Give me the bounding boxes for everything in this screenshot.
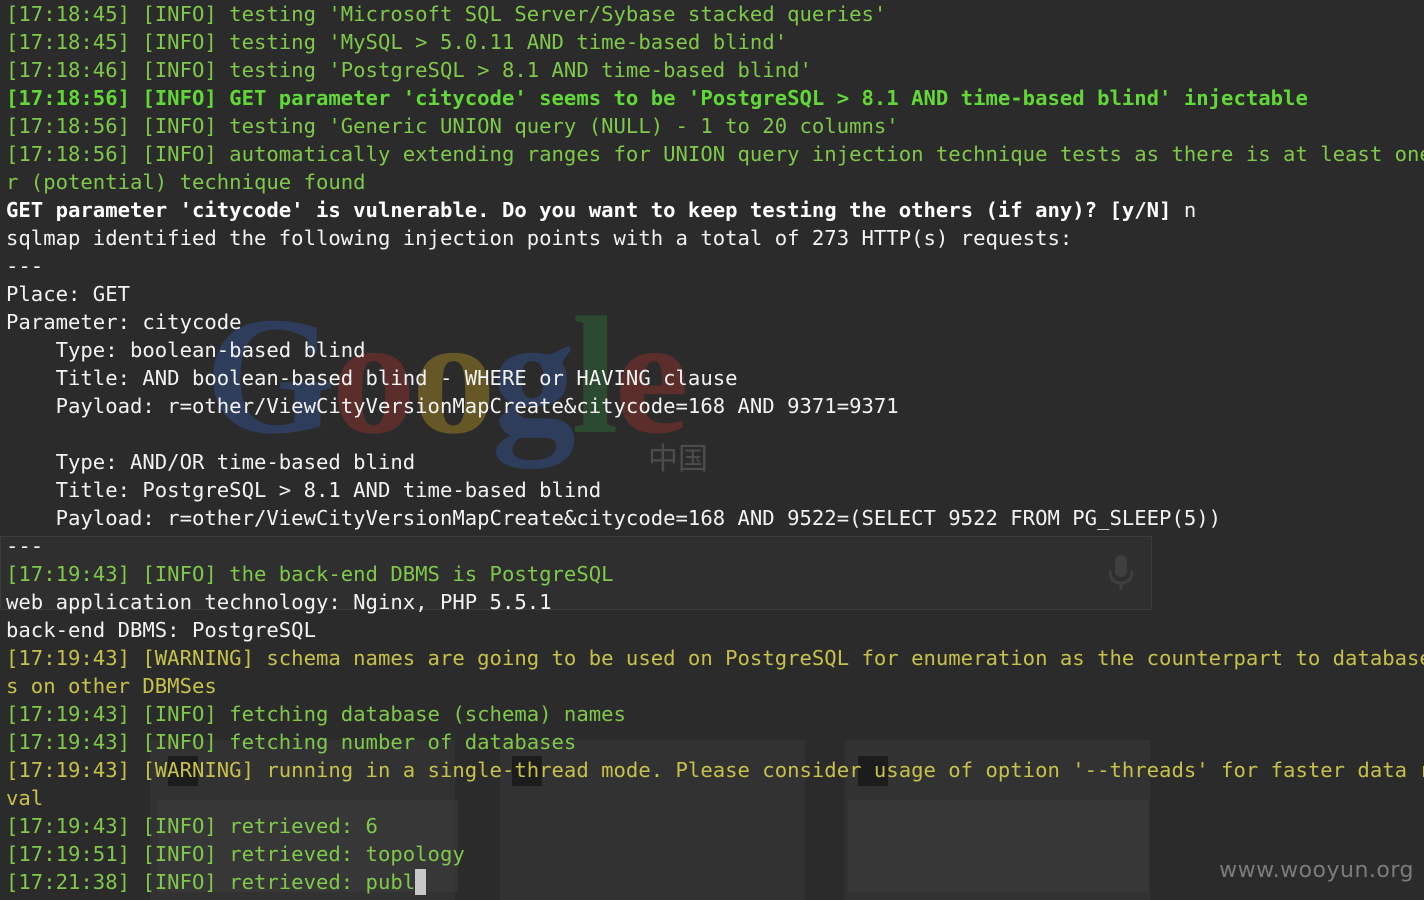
terminal-line-text: Type: AND/OR time-based blind bbox=[6, 450, 416, 474]
terminal-line-text: Title: PostgreSQL > 8.1 AND time-based b… bbox=[6, 478, 602, 502]
terminal-line-text: [17:19:43] [INFO] fetching database (sch… bbox=[6, 702, 626, 726]
terminal-line: r (potential) technique found bbox=[6, 168, 1424, 196]
terminal-line: Type: AND/OR time-based blind bbox=[6, 448, 1424, 476]
terminal-line: Type: boolean-based blind bbox=[6, 336, 1424, 364]
terminal-line-text: Title: AND boolean-based blind - WHERE o… bbox=[6, 366, 738, 390]
terminal-line: [17:19:43] [INFO] fetching database (sch… bbox=[6, 700, 1424, 728]
terminal-line-text: Parameter: citycode bbox=[6, 310, 242, 334]
terminal-line-text: [17:18:56] [INFO] GET parameter 'citycod… bbox=[6, 86, 1308, 110]
terminal-line: Parameter: citycode bbox=[6, 308, 1424, 336]
terminal-line: [17:18:56] [INFO] GET parameter 'citycod… bbox=[6, 84, 1424, 112]
terminal-line: s on other DBMSes bbox=[6, 672, 1424, 700]
terminal-line-text: [17:18:45] [INFO] testing 'MySQL > 5.0.1… bbox=[6, 30, 788, 54]
terminal-line: web application technology: Nginx, PHP 5… bbox=[6, 588, 1424, 616]
terminal-line: val bbox=[6, 784, 1424, 812]
terminal-line-text: [17:19:43] [WARNING] schema names are go… bbox=[6, 646, 1424, 670]
terminal-line: [17:18:56] [INFO] testing 'Generic UNION… bbox=[6, 112, 1424, 140]
terminal-line: --- bbox=[6, 252, 1424, 280]
terminal-line-text: [17:19:43] [INFO] fetching number of dat… bbox=[6, 730, 577, 754]
terminal-line-text: sqlmap identified the following injectio… bbox=[6, 226, 1073, 250]
terminal-line-text: Type: boolean-based blind bbox=[6, 338, 366, 362]
terminal-line: [17:18:45] [INFO] testing 'MySQL > 5.0.1… bbox=[6, 28, 1424, 56]
terminal-line-text: --- bbox=[6, 534, 44, 558]
terminal-line-text: [17:18:46] [INFO] testing 'PostgreSQL > … bbox=[6, 58, 812, 82]
terminal-line: [17:19:43] [INFO] retrieved: 6 bbox=[6, 812, 1424, 840]
terminal-line-text: s on other DBMSes bbox=[6, 674, 217, 698]
terminal-cursor bbox=[415, 869, 427, 895]
terminal-line: [17:19:43] [INFO] the back-end DBMS is P… bbox=[6, 560, 1424, 588]
terminal-line: Place: GET bbox=[6, 280, 1424, 308]
terminal-line-text: [17:19:43] [INFO] the back-end DBMS is P… bbox=[6, 562, 614, 586]
terminal-line-text: val bbox=[6, 786, 44, 810]
terminal-line-text: [17:19:43] [WARNING] running in a single… bbox=[6, 758, 1424, 782]
terminal-line-text: Payload: r=other/ViewCityVersionMapCreat… bbox=[6, 506, 1222, 530]
terminal-line: [17:19:43] [WARNING] running in a single… bbox=[6, 756, 1424, 784]
terminal-line: GET parameter 'citycode' is vulnerable. … bbox=[6, 196, 1424, 224]
user-input-answer: n bbox=[1183, 198, 1197, 222]
terminal-line-text: Payload: r=other/ViewCityVersionMapCreat… bbox=[6, 394, 899, 418]
terminal-line-text: back-end DBMS: PostgreSQL bbox=[6, 618, 316, 642]
terminal-line: [17:19:43] [WARNING] schema names are go… bbox=[6, 644, 1424, 672]
terminal-line-text: web application technology: Nginx, PHP 5… bbox=[6, 590, 552, 614]
terminal-line: Payload: r=other/ViewCityVersionMapCreat… bbox=[6, 504, 1424, 532]
terminal-line: [17:18:56] [INFO] automatically extendin… bbox=[6, 140, 1424, 168]
terminal-output[interactable]: [17:18:45] [INFO] testing 'Microsoft SQL… bbox=[6, 0, 1424, 896]
terminal-line-text: GET parameter 'citycode' is vulnerable. … bbox=[6, 198, 1184, 222]
terminal-line: Payload: r=other/ViewCityVersionMapCreat… bbox=[6, 392, 1424, 420]
terminal-line: Title: AND boolean-based blind - WHERE o… bbox=[6, 364, 1424, 392]
terminal-line-text: [17:19:51] [INFO] retrieved: topology bbox=[6, 842, 465, 866]
terminal-line-text: [17:19:43] [INFO] retrieved: 6 bbox=[6, 814, 378, 838]
terminal-line-text: [17:18:45] [INFO] testing 'Microsoft SQL… bbox=[6, 2, 887, 26]
terminal-line: sqlmap identified the following injectio… bbox=[6, 224, 1424, 252]
terminal-line: [17:21:38] [INFO] retrieved: publ bbox=[6, 868, 1424, 896]
terminal-line-text: Place: GET bbox=[6, 282, 130, 306]
terminal-line-text: [17:18:56] [INFO] testing 'Generic UNION… bbox=[6, 114, 899, 138]
terminal-line: [17:19:51] [INFO] retrieved: topology bbox=[6, 840, 1424, 868]
terminal-line-text: [17:21:38] [INFO] retrieved: publ bbox=[6, 870, 416, 894]
terminal-line: back-end DBMS: PostgreSQL bbox=[6, 616, 1424, 644]
terminal-line-text: [17:18:56] [INFO] automatically extendin… bbox=[6, 142, 1424, 166]
terminal-line: [17:18:46] [INFO] testing 'PostgreSQL > … bbox=[6, 56, 1424, 84]
terminal-line: [17:18:45] [INFO] testing 'Microsoft SQL… bbox=[6, 0, 1424, 28]
terminal-line: [17:19:43] [INFO] fetching number of dat… bbox=[6, 728, 1424, 756]
terminal-line-text: r (potential) technique found bbox=[6, 170, 366, 194]
terminal-line: Title: PostgreSQL > 8.1 AND time-based b… bbox=[6, 476, 1424, 504]
terminal-line-text: --- bbox=[6, 254, 44, 278]
terminal-line: --- bbox=[6, 532, 1424, 560]
